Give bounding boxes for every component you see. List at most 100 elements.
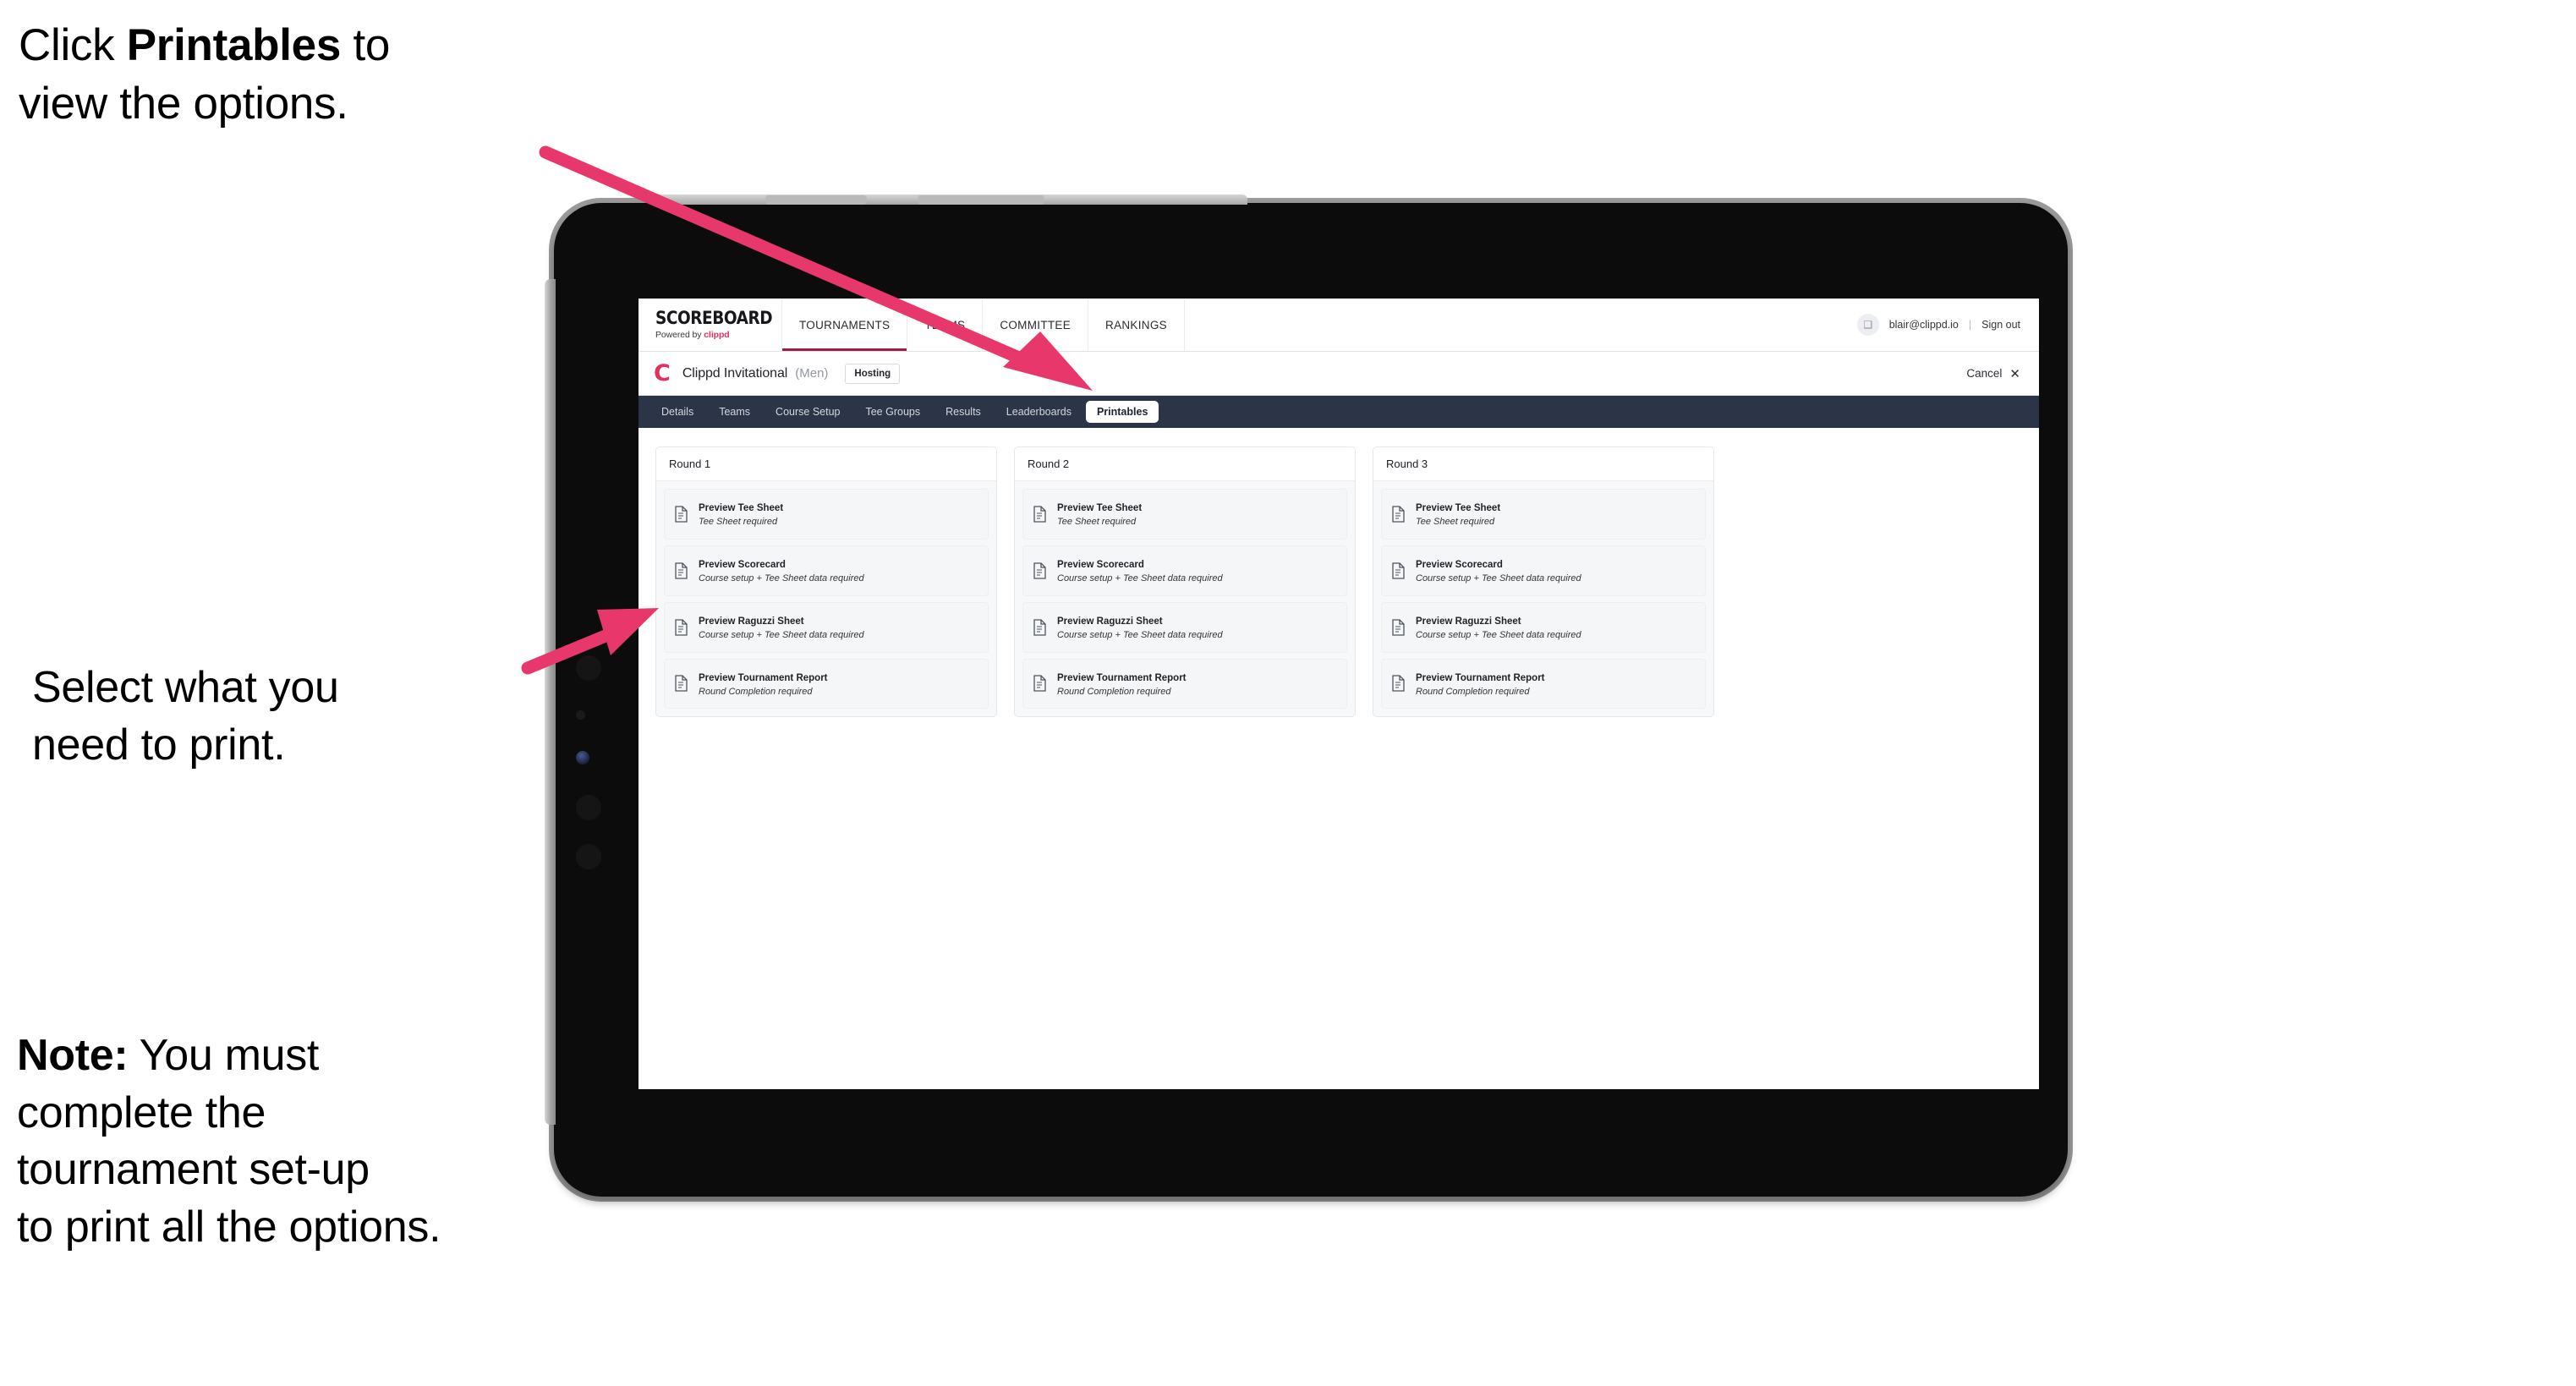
- tab-label-results: Results: [945, 406, 981, 418]
- printable-subtitle: Course setup + Tee Sheet data required: [1416, 629, 1581, 640]
- tablet-top-button-1[interactable]: [765, 195, 867, 205]
- document-icon: [1391, 506, 1406, 523]
- logo-tagline-prefix: Powered by: [655, 330, 704, 341]
- document-icon: [1391, 562, 1406, 579]
- printable-row-tournament-report[interactable]: Preview Tournament Report Round Completi…: [1022, 658, 1347, 709]
- tab-teams[interactable]: Teams: [708, 401, 761, 423]
- tab-results[interactable]: Results: [934, 401, 992, 423]
- printable-subtitle: Tee Sheet required: [1057, 517, 1137, 527]
- tab-leaderboards[interactable]: Leaderboards: [995, 401, 1082, 423]
- tournament-name: Clippd Invitational: [682, 365, 788, 381]
- printable-title: Preview Tournament Report: [699, 672, 828, 683]
- printable-row-scorecard[interactable]: Preview Scorecard Course setup + Tee She…: [1381, 545, 1706, 596]
- printable-title: Preview Tee Sheet: [1416, 503, 1501, 513]
- tab-label-printables: Printables: [1096, 406, 1148, 418]
- close-icon: ✕: [2009, 366, 2020, 381]
- nav-item-teams[interactable]: TEAMS: [907, 299, 984, 351]
- round-title: Round 1: [656, 447, 996, 481]
- printable-title: Preview Tee Sheet: [699, 503, 784, 513]
- document-icon: [1033, 506, 1047, 523]
- tab-printables[interactable]: Printables: [1085, 401, 1159, 423]
- tournament-subnav: Details Teams Course Setup Tee Groups Re…: [639, 396, 2039, 428]
- account-area: ❑ blair@clippd.io | Sign out: [1856, 299, 2039, 351]
- round-title: Round 2: [1015, 447, 1355, 481]
- document-icon: [1033, 618, 1047, 636]
- scoreboard-logo[interactable]: SCOREBOARD Powered by clippd: [639, 299, 782, 351]
- printable-subtitle: Course setup + Tee Sheet data required: [699, 629, 864, 640]
- volume-down-button[interactable]: [576, 795, 601, 820]
- printable-title: Preview Tournament Report: [1057, 672, 1187, 683]
- printable-subtitle: Round Completion required: [1416, 686, 1530, 697]
- document-icon: [1033, 675, 1047, 693]
- nav-label-teams: TEAMS: [924, 318, 966, 331]
- cancel-button[interactable]: Cancel ✕: [1966, 366, 2020, 381]
- logo-wordmark: SCOREBOARD: [655, 308, 773, 329]
- printable-subtitle: Course setup + Tee Sheet data required: [699, 572, 864, 583]
- printable-subtitle: Round Completion required: [699, 686, 813, 697]
- document-icon: [674, 618, 688, 636]
- sign-out-link[interactable]: Sign out: [1981, 319, 2020, 331]
- avatar-glyph: ❑: [1863, 319, 1873, 331]
- printable-row-raguzzi-sheet[interactable]: Preview Raguzzi Sheet Course setup + Tee…: [664, 601, 989, 653]
- app-header: SCOREBOARD Powered by clippd TOURNAMENTS…: [639, 299, 2039, 352]
- document-icon: [1033, 562, 1047, 579]
- nav-item-committee[interactable]: COMMITTEE: [983, 299, 1089, 351]
- annotation-click-bold: Printables: [126, 20, 342, 70]
- printable-row-scorecard[interactable]: Preview Scorecard Course setup + Tee She…: [1022, 545, 1347, 596]
- tab-course-setup[interactable]: Course Setup: [765, 401, 851, 423]
- hosting-badge[interactable]: Hosting: [845, 363, 901, 384]
- tablet-top-button-2[interactable]: [918, 195, 1044, 205]
- printable-title: Preview Raguzzi Sheet: [1057, 616, 1163, 627]
- printable-row-tournament-report[interactable]: Preview Tournament Report Round Completi…: [664, 658, 989, 709]
- clippd-c-logo-icon: C: [654, 360, 671, 386]
- document-icon: [674, 562, 688, 579]
- printable-row-raguzzi-sheet[interactable]: Preview Raguzzi Sheet Course setup + Tee…: [1022, 601, 1347, 653]
- printable-title: Preview Tee Sheet: [1057, 503, 1143, 513]
- nav-label-tournaments: TOURNAMENTS: [799, 318, 891, 331]
- camera-icon: [576, 751, 589, 764]
- tablet-device: SCOREBOARD Powered by clippd TOURNAMENTS…: [545, 194, 2068, 1197]
- printable-subtitle: Round Completion required: [1057, 686, 1171, 697]
- printable-title: Preview Raguzzi Sheet: [699, 616, 804, 627]
- nav-item-rankings[interactable]: RANKINGS: [1088, 299, 1185, 351]
- document-icon: [674, 675, 688, 693]
- printable-title: Preview Scorecard: [1416, 559, 1503, 570]
- printable-row-tee-sheet[interactable]: Preview Tee Sheet Tee Sheet required: [1022, 489, 1347, 540]
- printable-title: Preview Raguzzi Sheet: [1416, 616, 1521, 627]
- tab-label-details: Details: [661, 406, 694, 418]
- round-card: Round 1 Preview Tee Sheet Tee Sheet requ…: [655, 446, 997, 718]
- nav-label-rankings: RANKINGS: [1105, 318, 1167, 331]
- round-card: Round 3 Preview Tee Sheet Tee Sheet requ…: [1373, 446, 1714, 718]
- printable-row-tee-sheet[interactable]: Preview Tee Sheet Tee Sheet required: [1381, 489, 1706, 540]
- annotation-note-bold: Note:: [17, 1031, 129, 1080]
- printable-title: Preview Tournament Report: [1416, 672, 1545, 683]
- tab-label-teams: Teams: [719, 406, 751, 418]
- printable-title: Preview Scorecard: [699, 559, 786, 570]
- printable-row-tournament-report[interactable]: Preview Tournament Report Round Completi…: [1381, 658, 1706, 709]
- tab-tee-groups[interactable]: Tee Groups: [854, 401, 931, 423]
- nav-item-tournaments[interactable]: TOURNAMENTS: [782, 299, 908, 351]
- cancel-label: Cancel: [1966, 367, 2003, 380]
- printable-row-scorecard[interactable]: Preview Scorecard Course setup + Tee She…: [664, 545, 989, 596]
- round-title: Round 3: [1373, 447, 1713, 481]
- logo-tagline: Powered by clippd: [655, 331, 781, 340]
- tab-label-course-setup: Course Setup: [776, 406, 841, 418]
- printable-row-tee-sheet[interactable]: Preview Tee Sheet Tee Sheet required: [664, 489, 989, 540]
- round-items: Preview Tee Sheet Tee Sheet required Pre…: [1373, 481, 1713, 717]
- printables-rounds: Round 1 Preview Tee Sheet Tee Sheet requ…: [639, 428, 2039, 737]
- tournament-gender: (Men): [795, 366, 829, 381]
- account-separator: |: [1968, 319, 1972, 331]
- document-icon: [1391, 618, 1406, 636]
- logo-tagline-brand: clippd: [704, 330, 730, 341]
- printable-title: Preview Scorecard: [1057, 559, 1144, 570]
- volume-up-button[interactable]: [576, 655, 601, 681]
- tab-details[interactable]: Details: [650, 401, 704, 423]
- printable-subtitle: Course setup + Tee Sheet data required: [1057, 629, 1223, 640]
- avatar[interactable]: ❑: [1856, 314, 1879, 336]
- round-items: Preview Tee Sheet Tee Sheet required Pre…: [656, 481, 996, 717]
- power-button[interactable]: [576, 844, 601, 869]
- annotation-click-printables: Click Printables to view the options.: [19, 17, 560, 134]
- document-icon: [674, 506, 688, 523]
- printable-row-raguzzi-sheet[interactable]: Preview Raguzzi Sheet Course setup + Tee…: [1381, 601, 1706, 653]
- document-icon: [1391, 675, 1406, 693]
